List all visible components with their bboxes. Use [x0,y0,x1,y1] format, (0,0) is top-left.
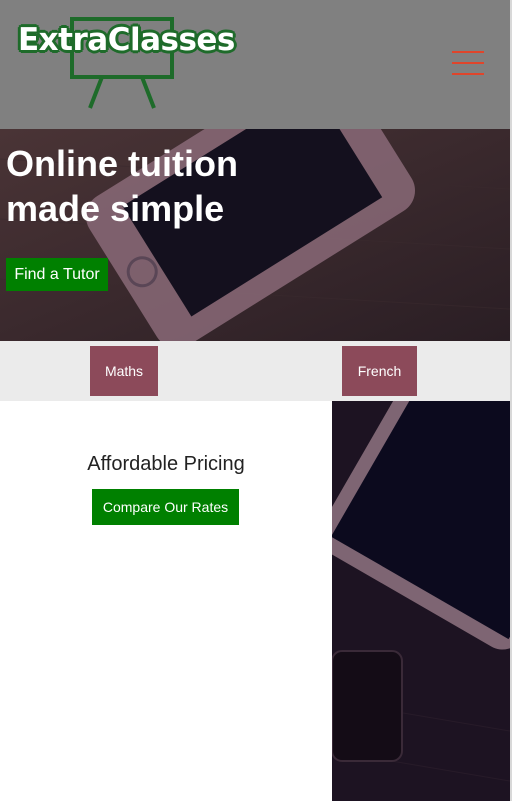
pricing-section: Affordable Pricing Compare Our Rates [0,401,332,801]
hero-title-line-2: made simple [6,188,225,229]
hero-title: Online tuition made simple [6,141,306,231]
hero-title-line-1: Online tuition [6,143,238,184]
pricing-title: Affordable Pricing [87,453,245,475]
find-tutor-button[interactable]: Find a Tutor [6,258,108,291]
side-phone-image [332,401,510,801]
phone-photo-graphic [332,401,510,801]
compare-rates-button[interactable]: Compare Our Rates [92,489,239,525]
site-header: ExtraClasses [0,0,510,129]
hero-banner: Online tuition made simple Find a Tutor [0,129,510,341]
site-logo[interactable]: ExtraClasses [18,16,248,110]
subject-button-maths[interactable]: Maths [90,346,158,396]
subject-button-french[interactable]: French [342,346,417,396]
subject-strip: Maths French [0,341,510,401]
hamburger-menu-icon[interactable] [452,51,484,75]
logo-text: ExtraClasses [18,22,235,58]
